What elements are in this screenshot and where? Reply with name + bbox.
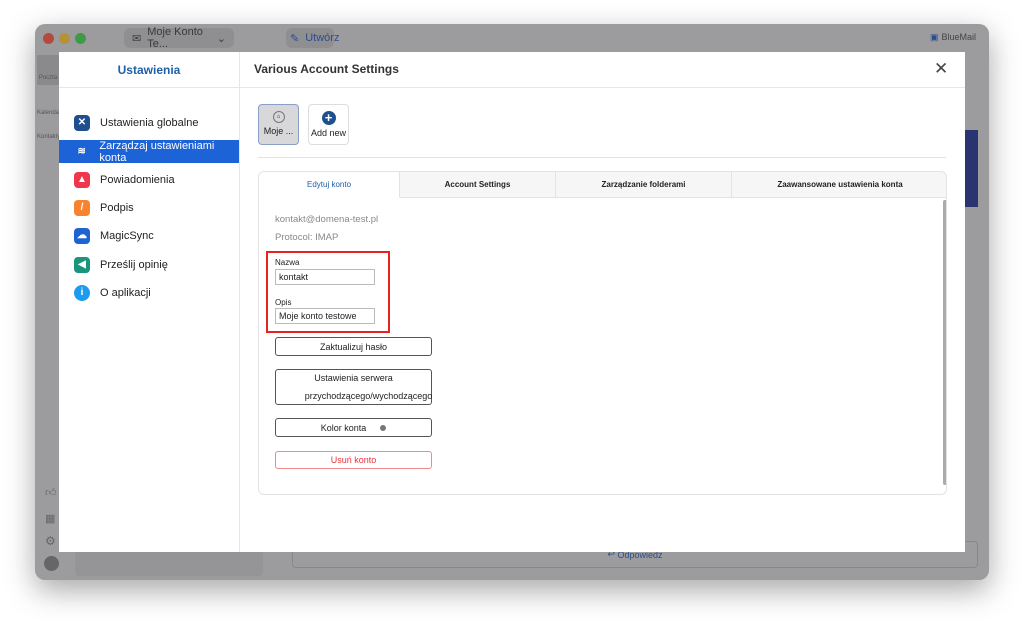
zoom-window-button[interactable] (75, 33, 86, 44)
info-icon: i (74, 284, 90, 301)
plus-icon: + (321, 111, 336, 125)
megaphone-icon: ◀ (74, 256, 90, 273)
bell-icon: ▲ (74, 171, 90, 188)
account-selector-label: Moje Konto Te... (147, 26, 203, 50)
sidebar-item-label: Ustawienia globalne (100, 116, 199, 129)
sidebar-item-label: Powiadomienia (100, 173, 175, 186)
minimize-window-button[interactable] (59, 33, 70, 44)
sidebar-item-feedback[interactable]: ◀ Prześlij opinię (59, 253, 239, 276)
sidebar-item-global[interactable]: ✕ Ustawienia globalne (59, 111, 239, 134)
inbox-icon: ✉ (132, 32, 142, 45)
rail-item-calendar[interactable]: Kalendarz (37, 110, 64, 116)
sidebar-item-label: Prześlij opinię (100, 258, 168, 271)
rail-label: Poczta (38, 75, 58, 81)
rail-item-mail[interactable]: Poczta (37, 55, 59, 85)
tab-account-settings[interactable]: Account Settings (400, 172, 556, 198)
chevron-down-icon: ⌄ (216, 32, 226, 45)
brush-icon: / (74, 199, 90, 216)
server-settings-line1: Ustawienia serwera (314, 373, 393, 383)
account-protocol: Protocol: IMAP (275, 232, 339, 243)
name-label: Nazwa (275, 258, 300, 267)
tab-folder-management[interactable]: Zarządzanie folderami (556, 172, 732, 198)
server-settings-line2: przychodzącego/wychodzącego (304, 391, 433, 401)
update-password-button[interactable]: Zaktualizuj hasło (275, 337, 432, 356)
brand: ▣ BlueMail (930, 32, 976, 43)
settings-dialog: Ustawienia ✕ Ustawienia globalne ≋ Zarządz… (59, 52, 965, 552)
brand-label: BlueMail (941, 32, 977, 42)
accent-bar (965, 130, 978, 207)
account-icon: ⌂ (272, 111, 285, 123)
thumbs-up-icon[interactable]: 👍︎ (45, 486, 57, 499)
gear-icon[interactable]: ⚙ (45, 534, 56, 548)
account-email: kontakt@domena-test.pl (275, 214, 379, 225)
sidebar-item-account-settings[interactable]: ≋ Zarządzaj ustawieniami konta (59, 139, 239, 164)
close-icon[interactable]: ✕ (934, 59, 948, 79)
delete-account-button[interactable]: Usuń konto (275, 451, 432, 469)
compose-icon: ✎ (290, 32, 300, 45)
tools-icon: ✕ (74, 114, 90, 131)
add-account-button[interactable]: + Add new (308, 104, 349, 145)
description-label: Opis (275, 298, 292, 307)
account-tile-label: Moje ... (263, 126, 294, 136)
color-dot-icon (380, 424, 387, 431)
bluemail-logo-icon: ▣ (930, 32, 939, 42)
tab-edit-account[interactable]: Edytuj konto (259, 172, 400, 198)
add-account-label: Add new (310, 128, 347, 138)
description-input[interactable]: Moje konto testowe (275, 308, 375, 324)
account-color-button[interactable]: Kolor konta (275, 418, 432, 437)
close-window-button[interactable] (43, 33, 54, 44)
settings-sidebar: Ustawienia ✕ Ustawienia globalne ≋ Zarządz… (59, 52, 240, 552)
tab-panel: Edytuj konto Account Settings Zarządzani… (258, 171, 947, 495)
name-input[interactable]: kontakt (275, 269, 375, 285)
sidebar-item-notifications[interactable]: ▲ Powiadomienia (59, 168, 239, 191)
tab-advanced-settings[interactable]: Zaawansowane ustawienia konta (732, 172, 946, 198)
dialog-header: Various Account Settings ✕ (240, 52, 965, 88)
account-tile-selected[interactable]: ⌂ Moje ... (258, 104, 299, 145)
sidebar-item-label: Zarządzaj ustawieniami konta (99, 139, 215, 164)
account-selector[interactable]: ✉ Moje Konto Te... ⌄ (124, 26, 234, 50)
cloud-sync-icon: ☁ (74, 227, 90, 244)
settings-title: Ustawienia (59, 52, 239, 88)
sidebar-item-signature[interactable]: / Podpis (59, 196, 239, 219)
compose-label: Utwórz (305, 32, 340, 44)
layers-icon: ≋ (77, 146, 86, 157)
account-color-label: Kolor konta (320, 422, 367, 433)
avatar[interactable] (44, 556, 59, 571)
sidebar-item-label: O aplikacji (100, 286, 151, 299)
divider (258, 157, 946, 158)
server-settings-button[interactable]: Ustawienia serwera przychodzącego/wychodz… (275, 369, 432, 405)
scrollbar[interactable] (943, 200, 946, 485)
grid-icon[interactable]: ▦ (45, 512, 55, 525)
sidebar-item-label: MagicSync (100, 229, 154, 242)
dialog-title: Various Account Settings (254, 62, 399, 76)
compose-button[interactable]: ✎ Utwórz (286, 28, 339, 48)
sidebar-item-label: Podpis (100, 201, 134, 214)
sidebar-item-magicsync[interactable]: ☁ MagicSync (59, 224, 239, 247)
sidebar-item-about[interactable]: i O aplikacji (59, 281, 239, 304)
rail-item-contacts[interactable]: Kontakty (37, 134, 60, 140)
